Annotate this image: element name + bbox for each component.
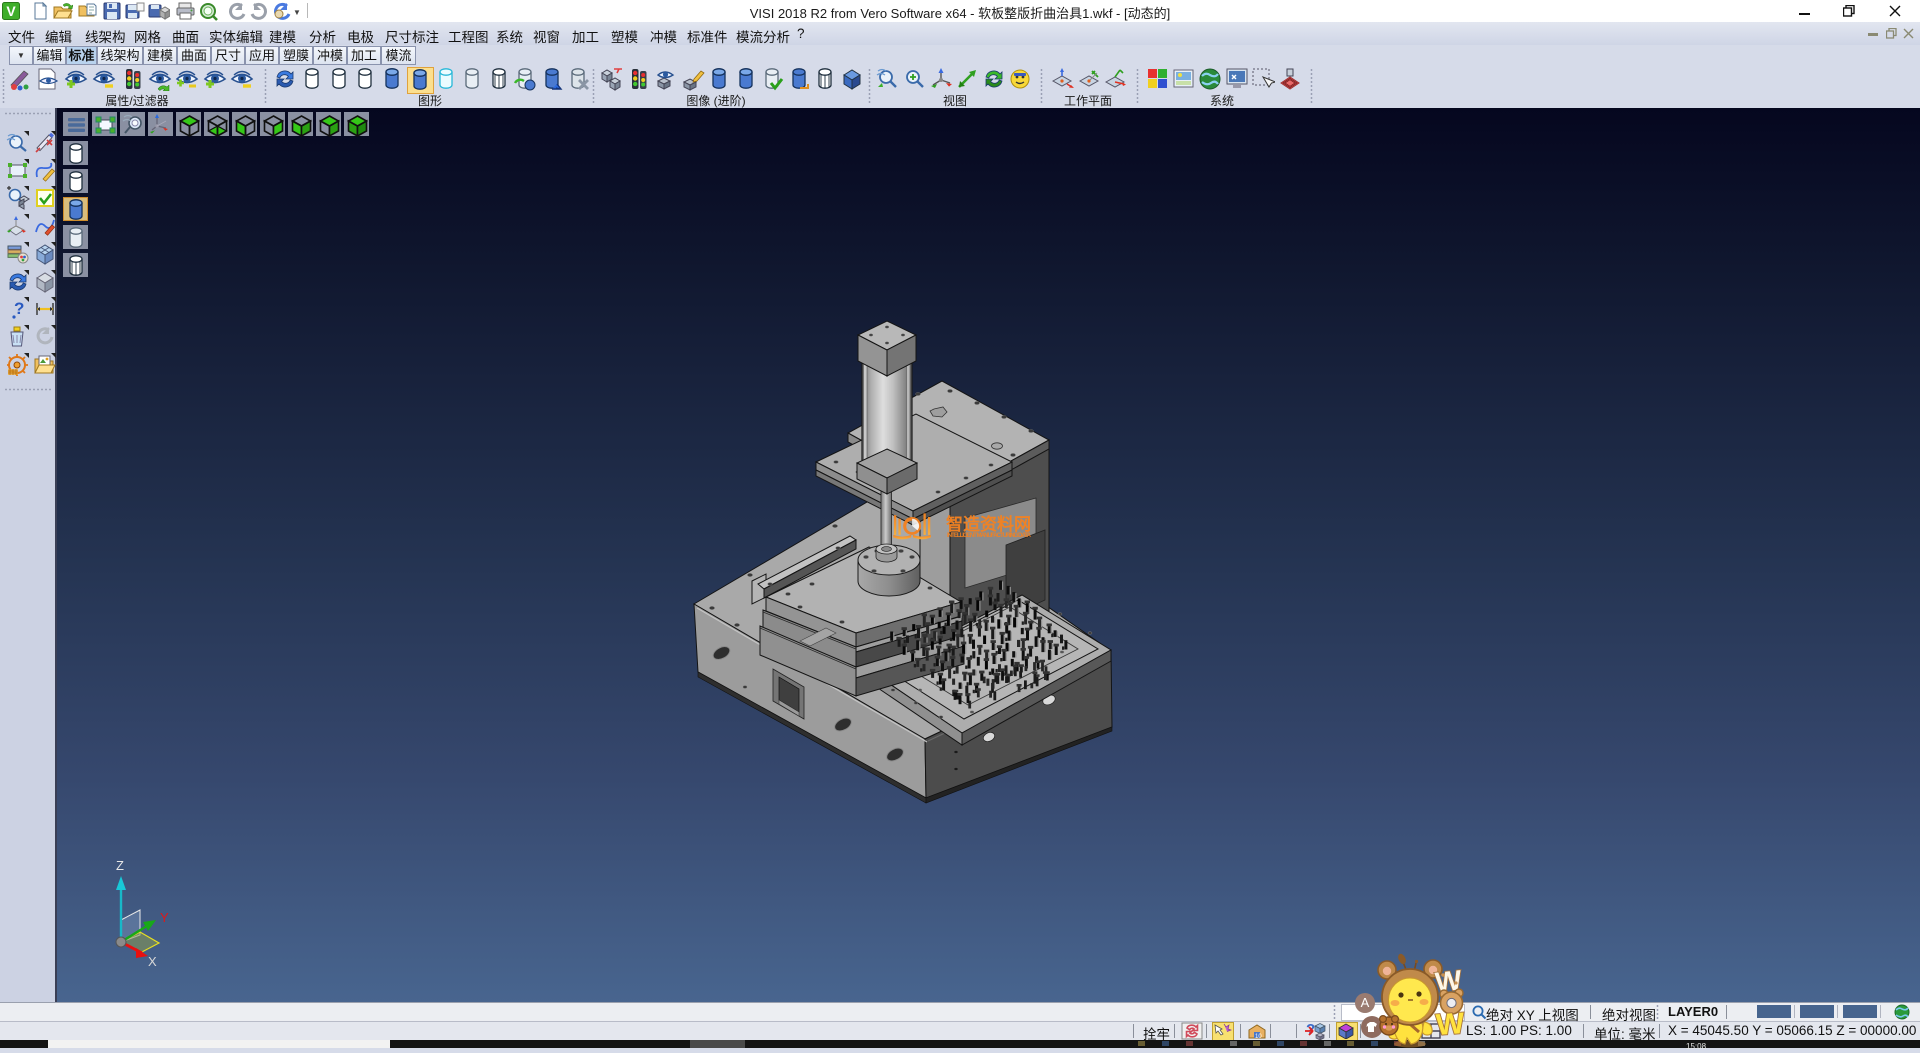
svg-text:W: W [1435,1007,1466,1042]
svg-text:Z: Z [116,858,124,873]
svg-text:X: X [148,954,157,969]
svg-text:INTELLIGENT MANUFACTURING DATA: INTELLIGENT MANUFACTURING DATA [947,533,1032,539]
svg-text:Y: Y [160,910,169,925]
svg-text:?: ? [14,299,24,318]
